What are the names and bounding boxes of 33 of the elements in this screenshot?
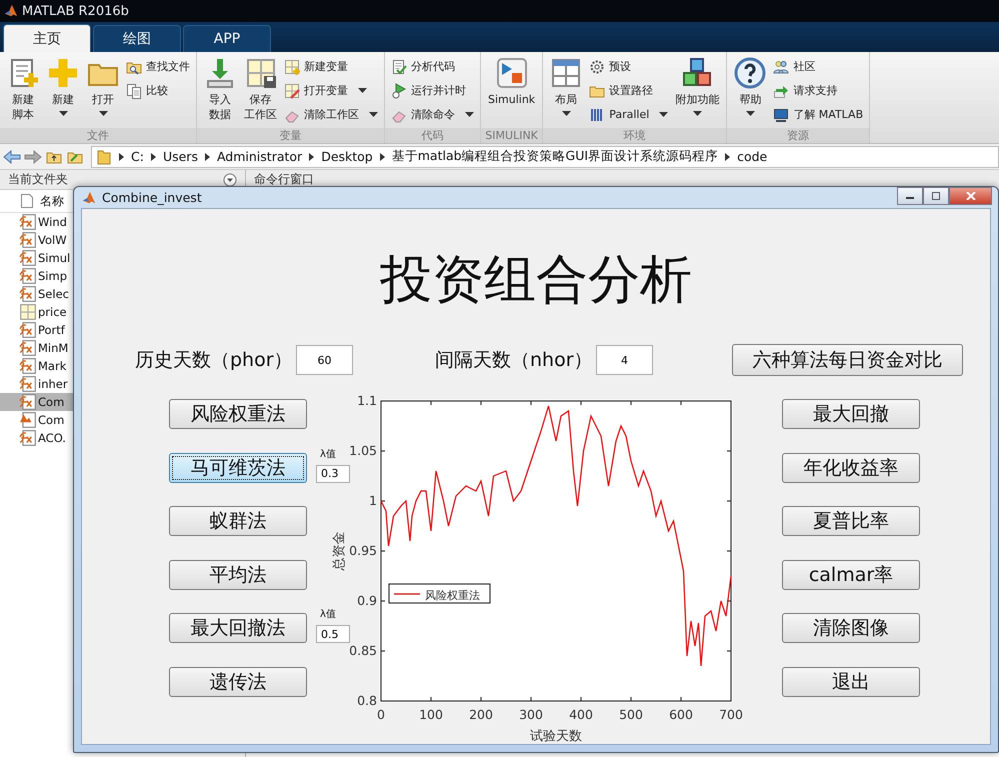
window-title: MATLAB R2016b xyxy=(22,4,129,18)
y-axis-label: 总资金 xyxy=(332,532,347,570)
group-label: SIMULINK xyxy=(481,128,542,143)
panel-title: 命令行窗口 xyxy=(254,171,314,188)
panel-title: 当前文件夹 xyxy=(8,171,68,188)
x-axis-label: 试验天数 xyxy=(530,729,582,744)
group-label: 文件 xyxy=(0,128,196,143)
y-tick-label: 0.95 xyxy=(349,543,377,558)
lambda-label: λ值 xyxy=(319,608,336,622)
group-label: 代码 xyxy=(385,128,480,143)
y-tick-label: 0.9 xyxy=(357,593,377,608)
x-tick-label: 200 xyxy=(469,707,493,722)
x-tick-label: 600 xyxy=(669,707,693,722)
group-label: 资源 xyxy=(727,128,870,143)
y-tick-label: 0.8 xyxy=(357,693,377,708)
x-tick-label: 0 xyxy=(377,707,385,722)
parameter-label: 历史天数（phor） xyxy=(135,348,294,373)
dialog-title: Combine_invest xyxy=(102,190,202,205)
y-tick-label: 0.85 xyxy=(349,643,377,658)
x-tick-label: 300 xyxy=(519,707,543,722)
y-tick-label: 1 xyxy=(369,493,377,508)
lambda-label: λ值 xyxy=(319,448,336,462)
parameter-label: 间隔天数（nhor） xyxy=(435,348,594,373)
y-tick-label: 1.1 xyxy=(357,393,377,408)
dialog-heading: 投资组合分析 xyxy=(380,249,692,305)
x-tick-label: 700 xyxy=(719,707,743,722)
y-tick-label: 1.05 xyxy=(349,443,377,458)
x-tick-label: 100 xyxy=(419,707,443,722)
x-tick-label: 500 xyxy=(619,707,643,722)
legend-label: 风险权重法 xyxy=(425,589,480,602)
group-label: 变量 xyxy=(197,128,384,143)
x-tick-label: 400 xyxy=(569,707,593,722)
group-label: 环境 xyxy=(543,128,726,143)
